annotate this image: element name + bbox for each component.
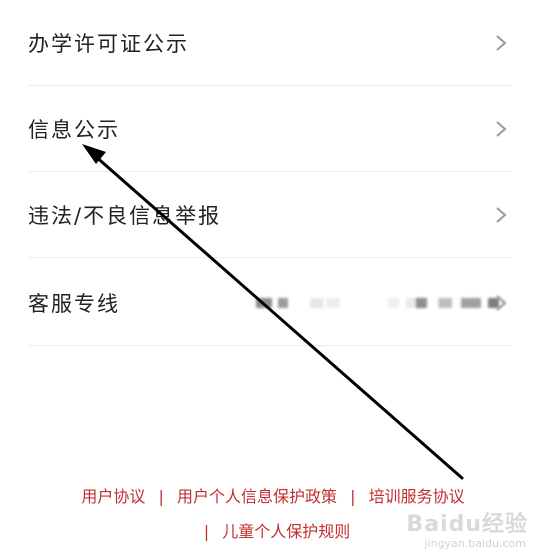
chevron-right-icon <box>496 34 507 51</box>
chevron-right-icon <box>496 206 507 223</box>
chevron-right-icon <box>496 120 507 137</box>
footer-link-user-agreement[interactable]: 用户协议 <box>81 487 145 506</box>
menu-item-label: 办学许可证公示 <box>28 31 189 56</box>
menu-item-label: 客服专线 <box>28 291 120 316</box>
app-page: 办学许可证公示 信息公示 违法/不良信息举报 客服专线 用户协议 | 用户个人信… <box>0 0 546 558</box>
menu-item-customer-hotline[interactable]: 客服专线 <box>28 260 512 346</box>
chevron-right-icon <box>496 294 507 311</box>
hotline-number-redacted <box>416 297 506 308</box>
baidu-jingyan-watermark: Baidu经验 jingyan.baidu.com <box>386 502 536 552</box>
menu-item-info-disclosure[interactable]: 信息公示 <box>28 86 512 172</box>
menu-item-label: 违法/不良信息举报 <box>28 203 222 228</box>
watermark-brand: Baidu经验 <box>406 512 528 537</box>
watermark-site: jingyan.baidu.com <box>424 537 526 550</box>
footer-separator: | <box>203 522 210 541</box>
hotline-number-redacted <box>310 297 340 308</box>
footer-separator: | <box>158 487 164 506</box>
hotline-number-redacted <box>256 297 296 308</box>
footer-link-child-protection[interactable]: 儿童个人保护规则 <box>222 522 350 541</box>
menu-item-label: 信息公示 <box>28 117 120 142</box>
menu-item-report-illegal-info[interactable]: 违法/不良信息举报 <box>28 172 512 258</box>
footer-link-privacy-policy[interactable]: 用户个人信息保护政策 <box>177 487 337 506</box>
footer-separator: | <box>350 487 356 506</box>
menu-item-school-license[interactable]: 办学许可证公示 <box>28 0 512 86</box>
